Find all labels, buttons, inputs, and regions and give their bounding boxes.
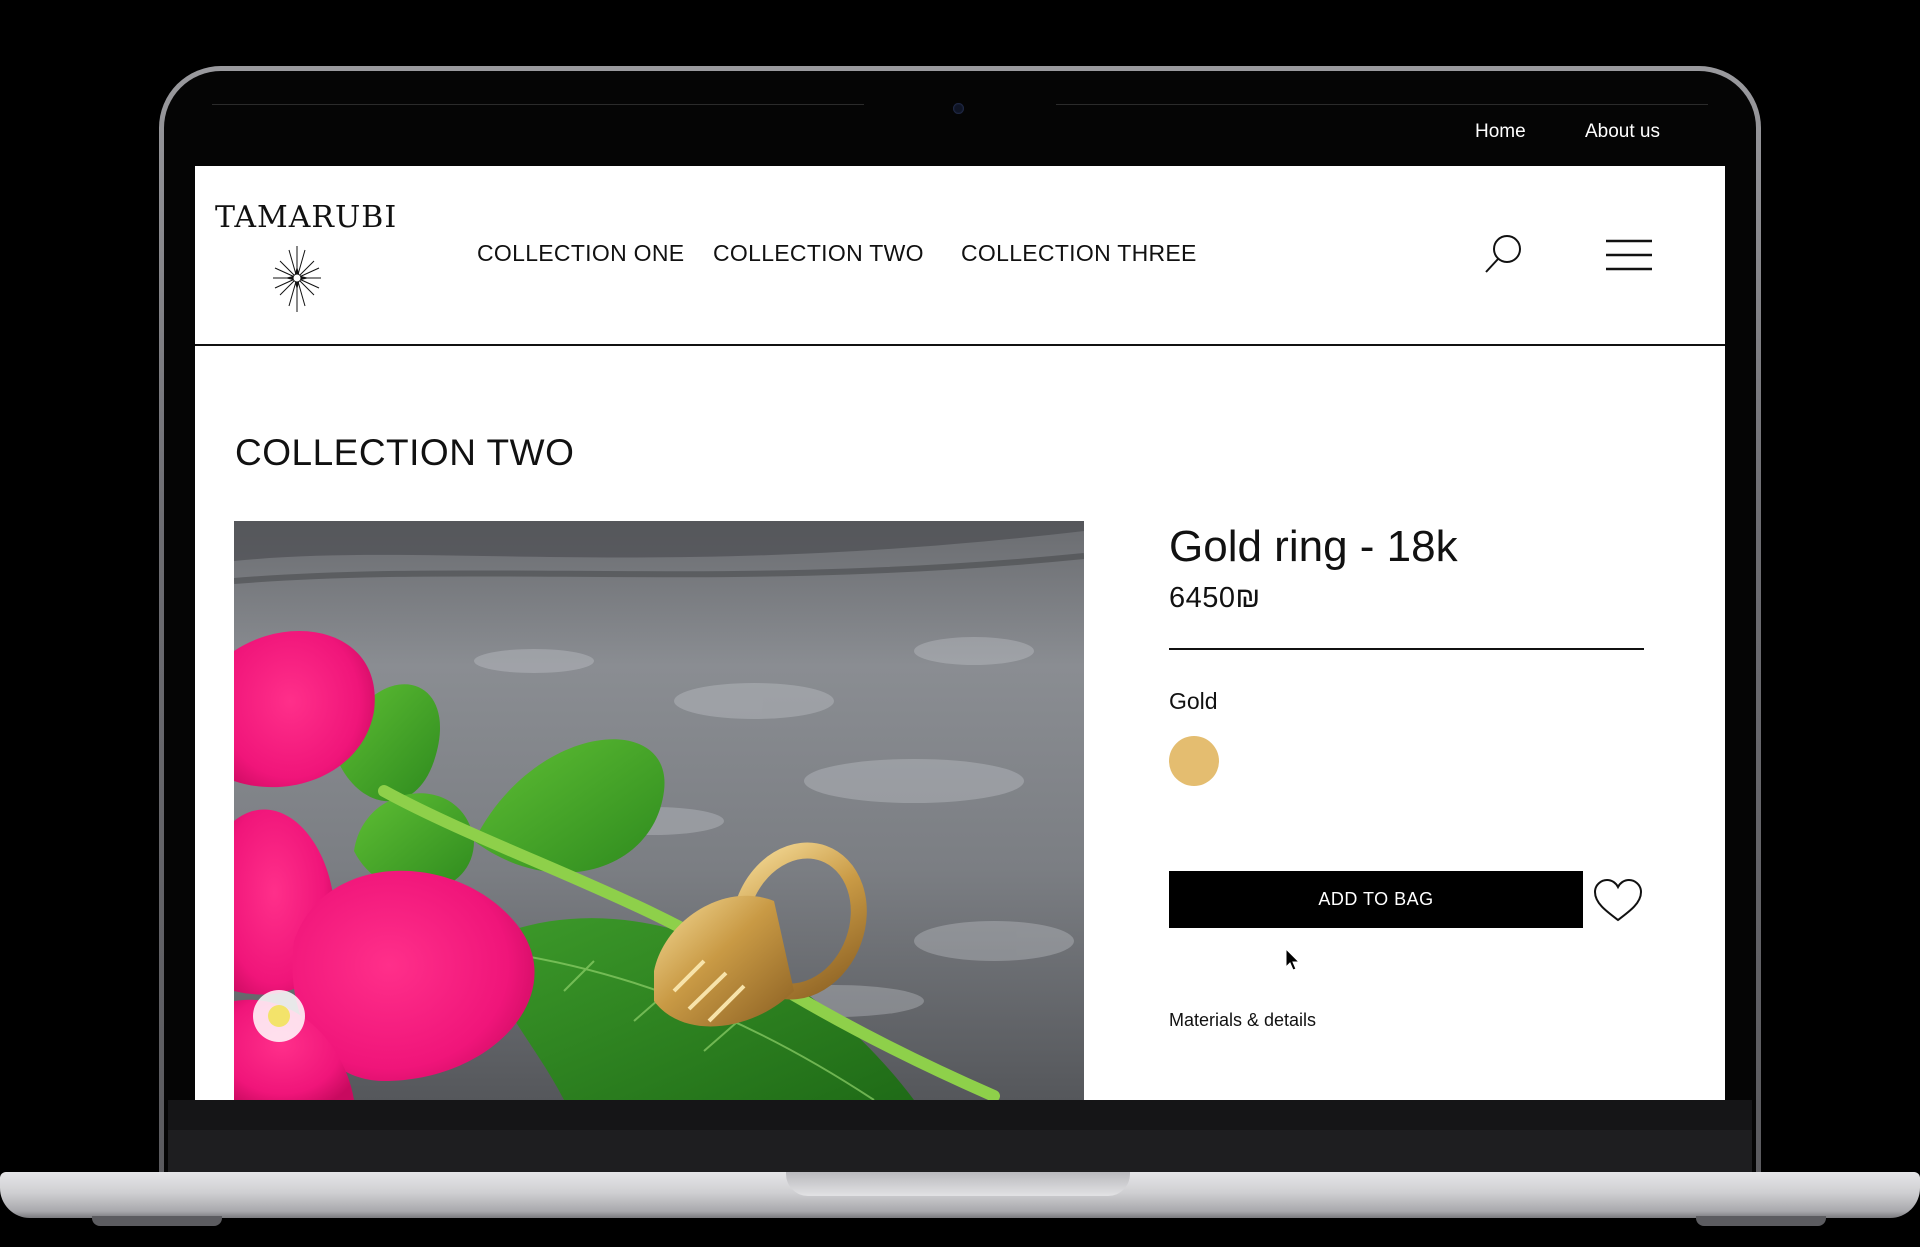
nav-collection-three[interactable]: COLLECTION THREE bbox=[961, 240, 1197, 267]
product-price: 6450₪ bbox=[1169, 582, 1261, 614]
hamburger-menu-icon[interactable] bbox=[1606, 238, 1652, 272]
mouse-cursor-icon bbox=[1285, 948, 1301, 971]
camera-icon bbox=[953, 103, 964, 114]
web-page: TAMARUBI COLLECTION ONE COLLECTION TWO C… bbox=[195, 166, 1725, 1100]
product-photo bbox=[234, 521, 1084, 1100]
top-nav-home[interactable]: Home bbox=[1475, 121, 1526, 143]
heart-icon[interactable] bbox=[1592, 878, 1644, 924]
top-nav-about-us[interactable]: About us bbox=[1585, 121, 1660, 143]
brand-star-icon bbox=[273, 246, 321, 312]
laptop-foot-left bbox=[92, 1216, 222, 1226]
nav-collection-one[interactable]: COLLECTION ONE bbox=[477, 240, 684, 267]
brand-logo-text[interactable]: TAMARUBI bbox=[215, 200, 397, 235]
bezel-line-left bbox=[212, 104, 864, 105]
color-swatch-gold[interactable] bbox=[1169, 736, 1219, 786]
add-to-bag-button[interactable]: ADD TO BAG bbox=[1169, 871, 1583, 928]
site-header: TAMARUBI COLLECTION ONE COLLECTION TWO C… bbox=[195, 166, 1725, 346]
color-label: Gold bbox=[1169, 688, 1218, 714]
materials-details-link[interactable]: Materials & details bbox=[1169, 1010, 1316, 1031]
product-name: Gold ring - 18k bbox=[1169, 522, 1458, 571]
laptop-opening-notch bbox=[786, 1172, 1130, 1196]
nav-collection-two[interactable]: COLLECTION TWO bbox=[713, 240, 924, 267]
search-icon[interactable] bbox=[1481, 232, 1525, 276]
bezel-line-right bbox=[1056, 104, 1708, 105]
screen-bottom-edge bbox=[168, 1100, 1752, 1130]
collection-title: COLLECTION TWO bbox=[235, 432, 575, 473]
divider bbox=[1169, 648, 1644, 650]
laptop-foot-right bbox=[1696, 1216, 1826, 1226]
